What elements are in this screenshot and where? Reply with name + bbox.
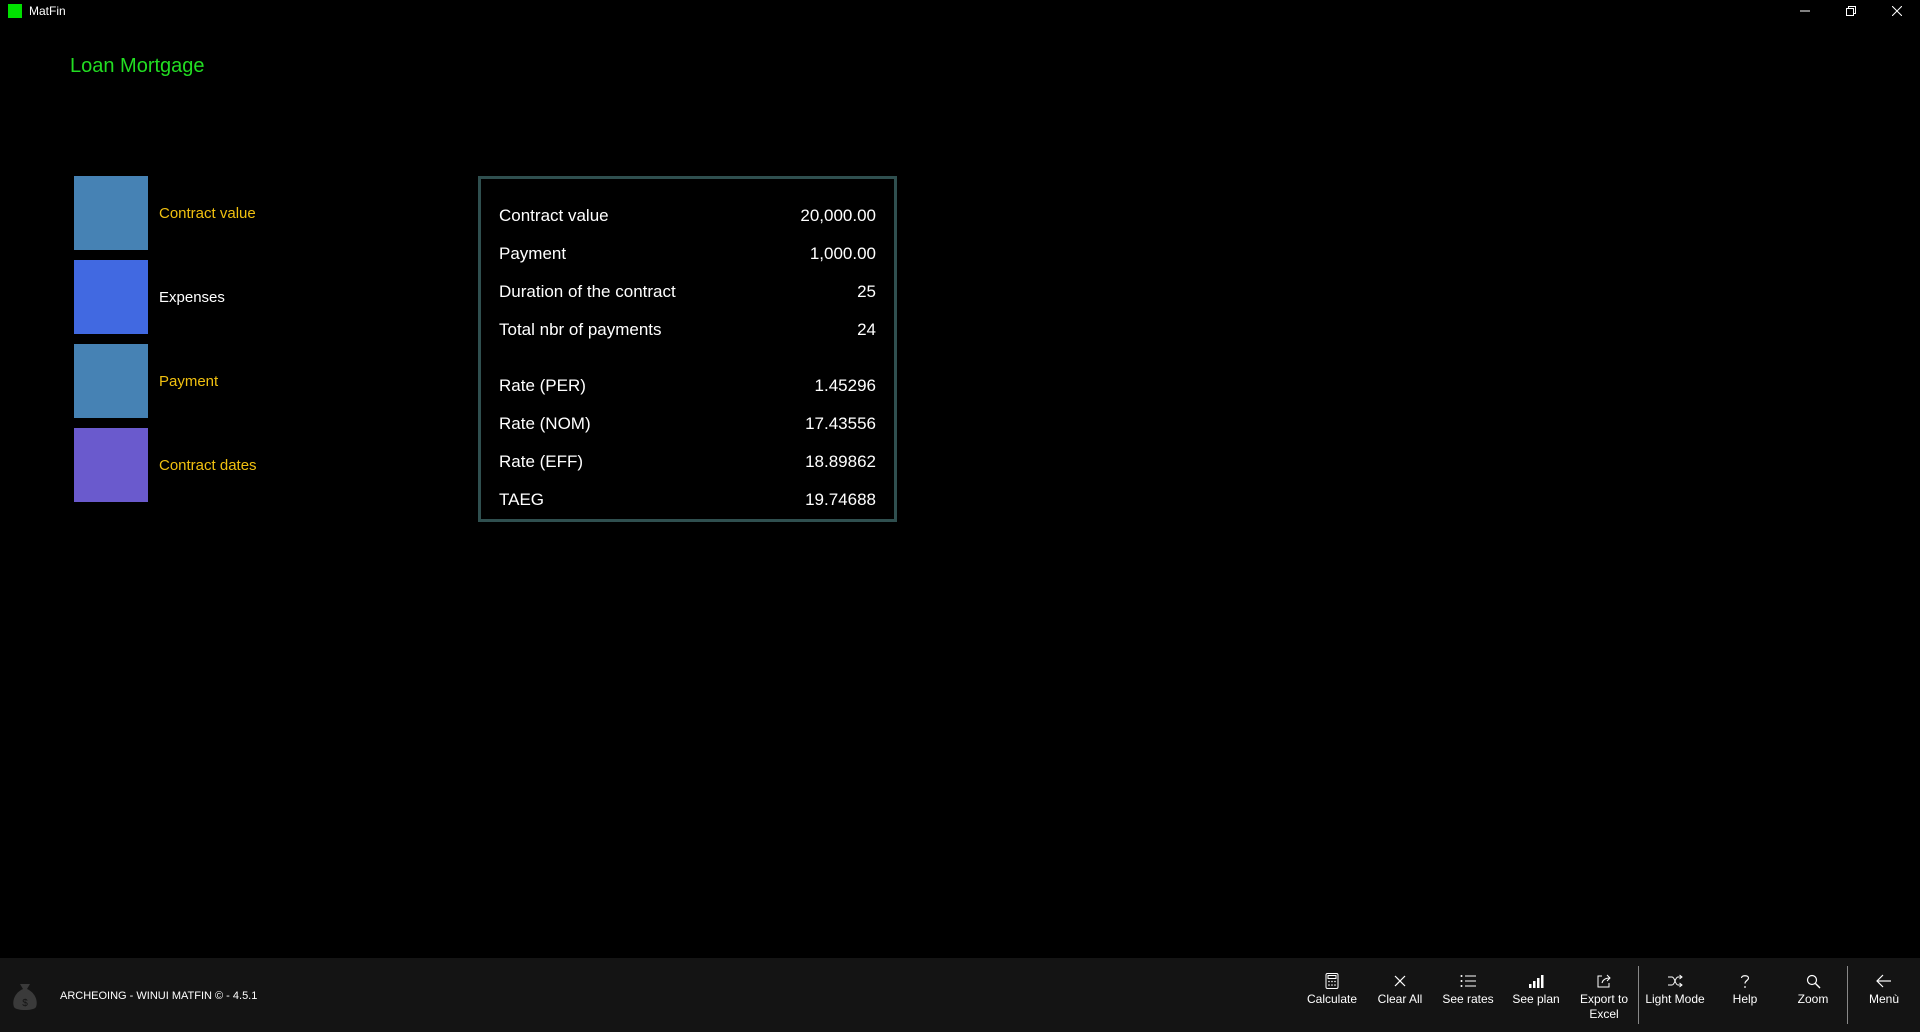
bar-chart-icon bbox=[1529, 975, 1544, 988]
restore-button[interactable] bbox=[1828, 0, 1874, 22]
close-icon bbox=[1892, 6, 1902, 16]
calculate-button[interactable]: Calculate bbox=[1298, 958, 1366, 1032]
close-icon bbox=[1394, 975, 1406, 987]
version-text: ARCHEOING - WINUI MATFIN © - 4.5.1 bbox=[60, 990, 258, 1002]
row-value: 1,000.00 bbox=[809, 244, 876, 263]
clear-all-label: Clear All bbox=[1377, 992, 1423, 1006]
clear-all-button[interactable]: Clear All bbox=[1366, 958, 1434, 1032]
tile-label[interactable]: Contract value bbox=[159, 205, 256, 222]
light-mode-label: Light Mode bbox=[1645, 992, 1705, 1006]
summary-row-rate-eff: Rate (EFF) 18.89862 bbox=[499, 443, 876, 481]
help-button[interactable]: Help bbox=[1711, 958, 1779, 1032]
row-value: 25 bbox=[857, 282, 876, 301]
window-title: MatFin bbox=[29, 4, 66, 18]
expenses-tile[interactable] bbox=[74, 260, 148, 334]
summary-row-taeg: TAEG 19.74688 bbox=[499, 481, 876, 519]
tile-contract-dates[interactable]: Contract dates bbox=[74, 428, 257, 502]
list-icon bbox=[1460, 975, 1476, 987]
row-label: TAEG bbox=[499, 490, 545, 509]
summary-row-rate-per: Rate (PER) 1.45296 bbox=[499, 367, 876, 405]
row-value: 1.45296 bbox=[814, 376, 876, 395]
row-label: Rate (NOM) bbox=[499, 414, 591, 433]
help-label: Help bbox=[1732, 992, 1758, 1006]
see-rates-label: See rates bbox=[1442, 992, 1494, 1006]
title-bar: MatFin bbox=[0, 0, 1920, 22]
row-label: Payment bbox=[499, 244, 567, 263]
summary-row-contract-value: Contract value 20,000.00 bbox=[499, 197, 876, 235]
row-value: 20,000.00 bbox=[800, 206, 876, 225]
calculate-label: Calculate bbox=[1306, 992, 1358, 1006]
export-excel-button[interactable]: Export to Excel bbox=[1570, 958, 1638, 1032]
calculator-icon bbox=[1325, 973, 1339, 989]
summary-row-payment: Payment 1,000.00 bbox=[499, 235, 876, 273]
contract-value-tile[interactable] bbox=[74, 176, 148, 250]
row-label: Rate (PER) bbox=[499, 376, 586, 395]
minimize-button[interactable] bbox=[1782, 0, 1828, 22]
page-title: Loan Mortgage bbox=[70, 55, 205, 77]
close-button[interactable] bbox=[1874, 0, 1920, 22]
shuffle-icon bbox=[1668, 974, 1683, 988]
row-label: Duration of the contract bbox=[499, 282, 676, 301]
money-bag-icon: $ bbox=[13, 984, 37, 1010]
tile-label[interactable]: Contract dates bbox=[159, 457, 257, 474]
window-controls bbox=[1782, 0, 1920, 22]
row-value: 18.89862 bbox=[805, 452, 876, 471]
tile-label[interactable]: Payment bbox=[159, 373, 218, 390]
tile-expenses[interactable]: Expenses bbox=[74, 260, 257, 334]
light-mode-button[interactable]: Light Mode bbox=[1639, 958, 1711, 1032]
row-label: Total nbr of payments bbox=[499, 320, 662, 339]
help-icon bbox=[1740, 975, 1750, 988]
menu-label: Menù bbox=[1868, 992, 1900, 1006]
summary-row-total-payments: Total nbr of payments 24 bbox=[499, 311, 876, 349]
row-label: Contract value bbox=[499, 206, 609, 225]
tile-payment[interactable]: Payment bbox=[74, 344, 257, 418]
summary-row-duration: Duration of the contract 25 bbox=[499, 273, 876, 311]
row-spacer bbox=[499, 349, 876, 367]
export-label-line1: Export to bbox=[1579, 992, 1629, 1006]
svg-text:$: $ bbox=[22, 998, 28, 1009]
command-bar: $ ARCHEOING - WINUI MATFIN © - 4.5.1 Cal… bbox=[0, 958, 1920, 1032]
row-value: 17.43556 bbox=[805, 414, 876, 433]
zoom-button[interactable]: Zoom bbox=[1779, 958, 1847, 1032]
export-label-line2: Excel bbox=[1589, 1007, 1619, 1021]
input-tiles: Contract value Expenses Payment Contract… bbox=[74, 176, 257, 512]
back-arrow-icon bbox=[1876, 974, 1891, 988]
see-rates-button[interactable]: See rates bbox=[1434, 958, 1502, 1032]
restore-icon bbox=[1846, 6, 1856, 16]
command-buttons: Calculate Clear All See rates See plan E… bbox=[1298, 958, 1920, 1032]
row-value: 24 bbox=[857, 320, 876, 339]
row-value: 19.74688 bbox=[805, 490, 876, 509]
zoom-label: Zoom bbox=[1797, 992, 1829, 1006]
see-plan-button[interactable]: See plan bbox=[1502, 958, 1570, 1032]
menu-button[interactable]: Menù bbox=[1848, 958, 1920, 1032]
minimize-icon bbox=[1800, 10, 1810, 12]
contract-dates-tile[interactable] bbox=[74, 428, 148, 502]
tile-label[interactable]: Expenses bbox=[159, 289, 225, 306]
search-icon bbox=[1806, 974, 1820, 988]
share-icon bbox=[1597, 974, 1611, 988]
summary-panel: Contract value 20,000.00 Payment 1,000.0… bbox=[478, 176, 897, 522]
tile-contract-value[interactable]: Contract value bbox=[74, 176, 257, 250]
summary-row-rate-nom: Rate (NOM) 17.43556 bbox=[499, 405, 876, 443]
see-plan-label: See plan bbox=[1512, 992, 1560, 1006]
payment-tile[interactable] bbox=[74, 344, 148, 418]
row-label: Rate (EFF) bbox=[499, 452, 584, 471]
app-icon bbox=[8, 4, 22, 18]
